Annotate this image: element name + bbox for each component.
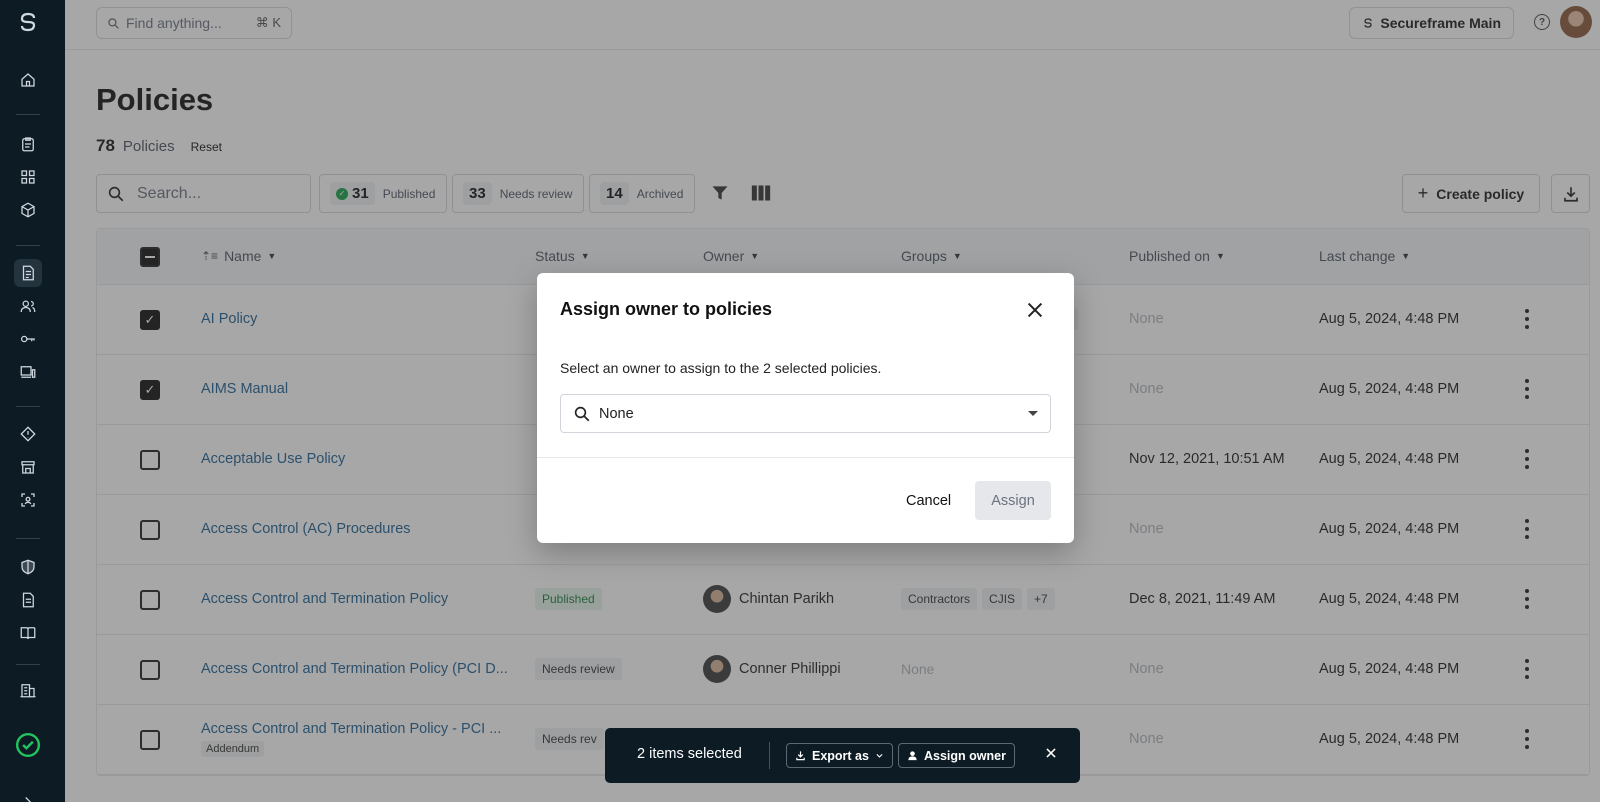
chevron-down-icon (876, 753, 883, 758)
devices-icon[interactable] (14, 358, 42, 386)
cube-icon[interactable] (14, 196, 42, 224)
shield-icon[interactable] (14, 553, 42, 581)
close-icon[interactable] (1024, 299, 1046, 321)
owner-select-value: None (599, 405, 634, 422)
report-icon[interactable] (14, 586, 42, 614)
clipboard-icon[interactable] (14, 130, 42, 158)
home-icon[interactable] (14, 66, 42, 94)
secureframe-logo-icon[interactable] (14, 8, 42, 36)
assign-owner-button[interactable]: Assign owner (898, 743, 1015, 768)
apps-icon[interactable] (14, 163, 42, 191)
assign-button[interactable]: Assign (975, 481, 1051, 520)
risk-diamond-icon[interactable] (14, 420, 42, 448)
vendor-store-icon[interactable] (14, 453, 42, 481)
dialog-title: Assign owner to policies (560, 299, 773, 319)
people-icon[interactable] (14, 292, 42, 320)
sidebar (0, 0, 65, 802)
download-icon (796, 751, 805, 761)
assign-owner-dialog: Assign owner to policies Select an owner… (537, 273, 1074, 543)
scan-icon[interactable] (14, 486, 42, 514)
bulk-action-bar: 2 items selected Export as Assign owner (605, 728, 1080, 783)
cancel-button[interactable]: Cancel (896, 482, 961, 520)
assign-owner-label: Assign owner (924, 748, 1006, 763)
export-as-label: Export as (812, 748, 869, 763)
dialog-description: Select an owner to assign to the 2 selec… (560, 360, 882, 376)
dialog-divider (537, 457, 1074, 458)
user-icon (908, 751, 917, 761)
key-icon[interactable] (14, 325, 42, 353)
close-icon[interactable] (1044, 746, 1058, 760)
book-icon[interactable] (14, 619, 42, 647)
policies-icon[interactable] (14, 259, 42, 287)
chevron-down-icon (1028, 411, 1038, 416)
selected-count: 2 items selected (637, 746, 742, 762)
status-check-icon[interactable] (14, 731, 42, 759)
owner-select[interactable]: None (560, 394, 1051, 433)
search-icon (574, 406, 590, 421)
building-icon[interactable] (14, 676, 42, 704)
action-bar-divider (769, 742, 770, 769)
export-as-button[interactable]: Export as (786, 743, 893, 768)
expand-chevron-icon[interactable] (14, 788, 42, 802)
